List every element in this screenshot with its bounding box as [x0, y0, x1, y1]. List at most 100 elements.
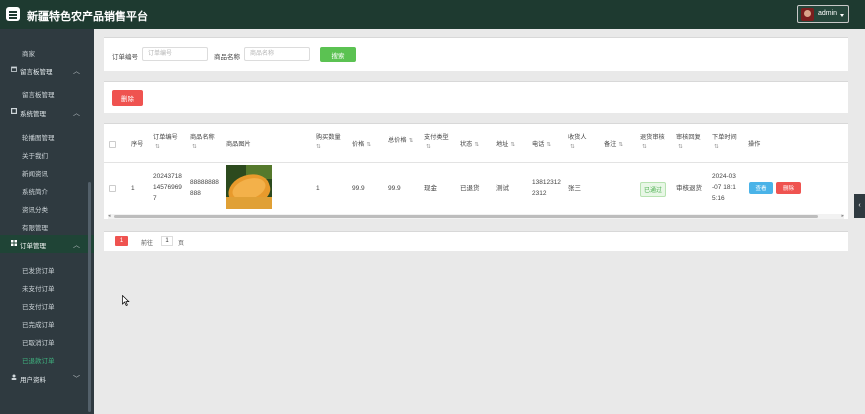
- scrollbar-thumb[interactable]: [114, 215, 818, 218]
- column-header[interactable]: 支付类型 ⇅: [424, 133, 449, 152]
- product-name-input[interactable]: [244, 47, 310, 61]
- sort-icon: ⇅: [678, 144, 683, 150]
- order-no-input[interactable]: [142, 47, 208, 61]
- user-icon: [11, 374, 17, 380]
- sidebar-item-label: 留言板管理: [22, 92, 55, 99]
- sort-icon: ⇅: [316, 144, 321, 150]
- sort-icon: ⇅: [546, 142, 551, 148]
- sort-icon: ⇅: [426, 144, 431, 150]
- column-header[interactable]: 备注 ⇅: [604, 140, 623, 150]
- sidebar-item-label: 系统简介: [22, 189, 48, 196]
- batch-delete-button[interactable]: 删除: [112, 90, 143, 106]
- sidebar-group-label: 留言板管理: [20, 69, 53, 76]
- sidebar-item-label: 商家: [22, 51, 35, 58]
- product-name-label: 商品名称: [214, 54, 240, 61]
- chevron-up-icon: ︿: [73, 68, 80, 75]
- sidebar-item-cancelled[interactable]: 已取消订单: [0, 332, 94, 350]
- column-header[interactable]: 订单编号 ⇅: [153, 133, 178, 152]
- column-header[interactable]: 价格 ⇅: [352, 140, 371, 150]
- chevron-up-icon: ︿: [73, 242, 80, 249]
- column-header[interactable]: 退货审核 ⇅: [640, 133, 665, 152]
- sidebar-group-label: 订单管理: [20, 243, 46, 250]
- sidebar-item-label: 关于我们: [22, 153, 48, 160]
- cell-order-time: 2024-03 -07 18:1 5:16: [712, 173, 736, 202]
- sidebar-item-refunded[interactable]: 已退款订单: [0, 350, 94, 368]
- sidebar-item-label: 新闻资讯: [22, 171, 48, 178]
- orders-table: 序号 订单编号 ⇅ 商品名称 ⇅ 商品图片 购买数量 ⇅ 价格 ⇅ 总价格 ⇅ 支付类型 ⇅…: [104, 123, 848, 219]
- melon-image: [226, 165, 272, 209]
- column-header[interactable]: 审核回复 ⇅: [676, 133, 701, 152]
- sidebar-item-about[interactable]: 关于我们: [0, 145, 94, 163]
- column-header: 操作: [748, 141, 761, 148]
- search-button[interactable]: 搜索: [320, 47, 356, 62]
- sort-icon: ⇅: [366, 142, 371, 148]
- column-header[interactable]: 电话 ⇅: [532, 140, 551, 150]
- sidebar-item-intro[interactable]: 系统简介: [0, 181, 94, 199]
- grid-icon: [11, 108, 17, 114]
- sort-icon: ⇅: [408, 138, 414, 144]
- sidebar-item-label: 已退款订单: [22, 358, 55, 365]
- sidebar-group-message-board[interactable]: 留言板管理 ︿: [0, 61, 94, 79]
- sort-icon: ⇅: [642, 144, 647, 150]
- view-button[interactable]: 查看: [749, 182, 773, 194]
- action-panel: 删除: [104, 81, 848, 113]
- search-panel: 订单编号 商品名称 搜索: [104, 37, 848, 71]
- sidebar: 商家 留言板管理 ︿ 留言板管理 系统管理 ︿ 轮播图管理 关于我们 新闻资讯 …: [0, 29, 94, 414]
- chevron-up-icon: ︿: [73, 110, 80, 117]
- user-name: admin: [818, 10, 838, 17]
- cell-product-name: 88888888 888: [190, 179, 219, 197]
- delete-row-button[interactable]: 删除: [776, 182, 801, 194]
- sidebar-item-label: 资讯分类: [22, 207, 48, 214]
- sort-icon: ⇅: [474, 142, 479, 148]
- menu-toggle-icon[interactable]: [6, 7, 20, 21]
- header-divider: [104, 162, 848, 163]
- column-header[interactable]: 收货人 ⇅: [568, 133, 587, 152]
- goto-label: 前往: [141, 241, 154, 247]
- column-header[interactable]: 商品名称 ⇅: [190, 133, 215, 152]
- cell-qty: 1: [316, 185, 320, 192]
- sidebar-item-carousel[interactable]: 轮播图管理: [0, 127, 94, 145]
- sidebar-item-news[interactable]: 新闻资讯: [0, 163, 94, 181]
- scroll-left-icon[interactable]: ◂: [108, 213, 111, 219]
- sidebar-item-label: 未支付订单: [22, 286, 55, 293]
- page-current[interactable]: 1: [115, 236, 128, 246]
- sidebar-item-label: 轮播图管理: [22, 135, 55, 142]
- row-checkbox[interactable]: [109, 185, 116, 192]
- column-header[interactable]: 状态 ⇅: [460, 140, 479, 150]
- cell-address: 测试: [496, 185, 509, 192]
- avatar: [801, 8, 814, 21]
- cell-phone: 13812312 2312: [532, 179, 561, 197]
- sidebar-item-news-category[interactable]: 资讯分类: [0, 199, 94, 217]
- sidebar-item-paid[interactable]: 已支付订单: [0, 296, 94, 314]
- chevron-left-icon[interactable]: ‹: [854, 194, 865, 218]
- audit-status-badge: 已通过: [640, 182, 667, 197]
- sidebar-item-message-admin[interactable]: 留言板管理: [0, 84, 94, 102]
- cell-total: 99.9: [388, 185, 401, 192]
- sort-icon: ⇅: [192, 144, 197, 150]
- column-header[interactable]: 总价格 ⇅: [388, 136, 413, 146]
- sidebar-group-label: 用户资料: [20, 377, 46, 384]
- app-title: 新疆特色农产品销售平台: [27, 11, 148, 23]
- user-menu[interactable]: admin: [797, 5, 849, 23]
- column-header[interactable]: 地址 ⇅: [496, 140, 515, 150]
- horizontal-scrollbar[interactable]: ◂ ▸: [108, 213, 844, 219]
- sidebar-item-unpaid[interactable]: 未支付订单: [0, 278, 94, 296]
- sidebar-item-shipped[interactable]: 已发货订单: [0, 260, 94, 278]
- column-header: 商品图片: [226, 141, 251, 148]
- sidebar-group-orders[interactable]: 订单管理 ︿: [0, 235, 94, 253]
- order-no-label: 订单编号: [112, 54, 138, 61]
- sidebar-group-system[interactable]: 系统管理 ︿: [0, 103, 94, 121]
- sidebar-item-limited[interactable]: 有限管理: [0, 217, 94, 235]
- column-header[interactable]: 购买数量 ⇅: [316, 133, 341, 152]
- sidebar-item-merchant[interactable]: 商家: [0, 43, 94, 61]
- sidebar-scrollbar[interactable]: [88, 182, 91, 412]
- scroll-right-icon[interactable]: ▸: [841, 213, 844, 219]
- cell-reply: 审核退货: [676, 185, 702, 192]
- select-all-checkbox[interactable]: [109, 141, 116, 148]
- column-header[interactable]: 下单时间 ⇅: [712, 133, 737, 152]
- page-jump-input[interactable]: 1: [161, 236, 173, 246]
- sidebar-item-completed[interactable]: 已完成订单: [0, 314, 94, 332]
- sidebar-group-users[interactable]: 用户资料 ﹀: [0, 369, 94, 387]
- sort-icon: ⇅: [510, 142, 515, 148]
- sidebar-item-label: 有限管理: [22, 225, 48, 232]
